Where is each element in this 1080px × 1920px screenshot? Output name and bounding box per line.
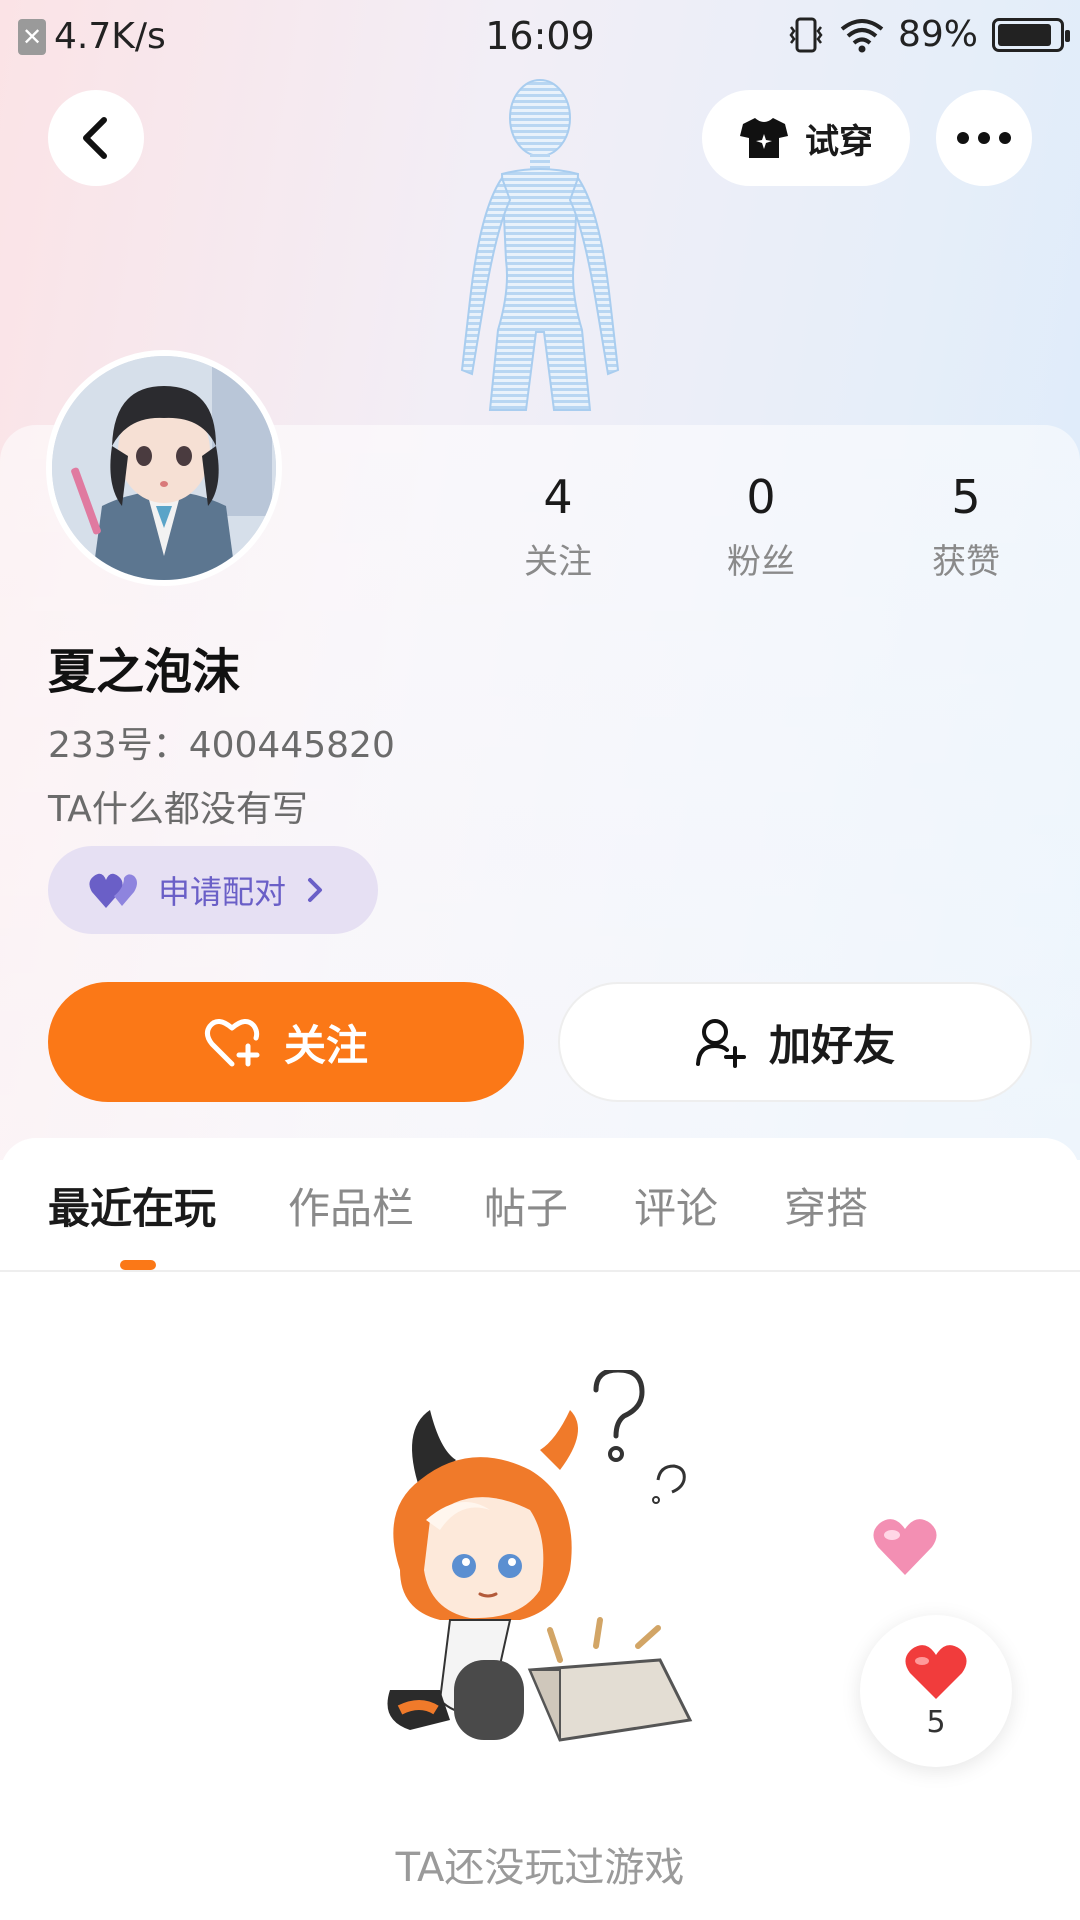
follow-button[interactable]: 关注: [48, 982, 524, 1102]
stat-followers[interactable]: 0 粉丝: [681, 470, 841, 583]
pair-request-button[interactable]: 申请配对: [48, 846, 378, 934]
status-bar: ✕ 4.7K/s 16:09 89%: [0, 0, 1080, 74]
tab-works[interactable]: 作品栏: [288, 1175, 414, 1236]
stat-label: 关注: [524, 542, 592, 582]
stat-label: 获赞: [932, 542, 1000, 582]
battery-fill: [998, 23, 1052, 46]
more-dots-icon: [957, 132, 1011, 144]
avatar-3d-figure: [460, 79, 620, 411]
battery-percent: 89%: [897, 14, 978, 55]
empty-state-illustration: [387, 1370, 693, 1742]
more-button[interactable]: [936, 90, 1032, 186]
tryon-button[interactable]: 试穿: [702, 90, 910, 186]
stat-value: 5: [951, 470, 981, 524]
stat-likes[interactable]: 5 获赞: [886, 470, 1046, 583]
back-button[interactable]: [48, 90, 144, 186]
avatar[interactable]: [46, 350, 282, 586]
like-float-button[interactable]: 5: [860, 1615, 1012, 1767]
follow-label: 关注: [283, 1020, 368, 1070]
vibrate-icon: [789, 17, 823, 52]
add-friend-label: 加好友: [768, 1020, 895, 1070]
tshirt-icon: [740, 118, 788, 158]
double-heart-icon: [89, 873, 137, 908]
add-user-icon: [695, 1019, 746, 1068]
tryon-label: 试穿: [805, 121, 873, 162]
user-id: 233号：400445820: [48, 725, 395, 766]
stat-value: 4: [543, 470, 573, 524]
tab-recently-played[interactable]: 最近在玩: [48, 1175, 216, 1236]
username: 夏之泡沫: [48, 644, 241, 700]
user-bio: TA什么都没有写: [48, 789, 308, 830]
wifi-icon: [840, 18, 884, 52]
empty-state-message: TA还没玩过游戏: [395, 1845, 685, 1891]
battery-icon: [992, 17, 1070, 52]
like-count: 5: [926, 1704, 946, 1740]
stat-label: 粉丝: [727, 542, 795, 582]
tab-outfits[interactable]: 穿搭: [784, 1175, 868, 1236]
pair-label: 申请配对: [158, 873, 287, 911]
tab-posts[interactable]: 帖子: [484, 1175, 568, 1236]
chevron-left-icon: [83, 117, 107, 159]
tabs-divider: [0, 1270, 1080, 1272]
chevron-right-icon: [308, 878, 323, 902]
active-tab-indicator: [120, 1260, 156, 1270]
heart-plus-icon: [204, 1019, 260, 1067]
heart-icon: [905, 1644, 967, 1699]
tab-comments[interactable]: 评论: [634, 1175, 718, 1236]
add-friend-button[interactable]: 加好友: [558, 982, 1032, 1102]
status-right: 89%: [786, 14, 1070, 55]
pink-heart-icon: [873, 1519, 937, 1575]
stat-following[interactable]: 4 关注: [478, 470, 638, 583]
avatar-image: [52, 356, 276, 580]
stat-value: 0: [746, 470, 776, 524]
